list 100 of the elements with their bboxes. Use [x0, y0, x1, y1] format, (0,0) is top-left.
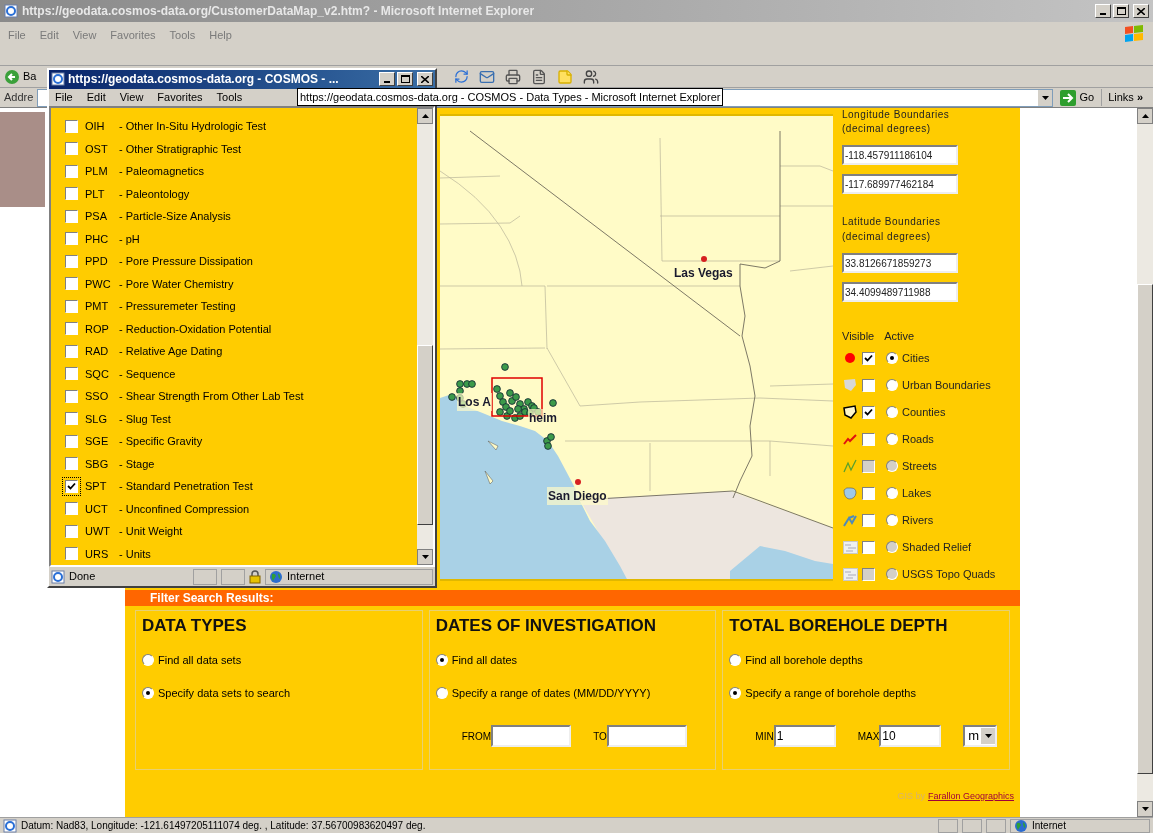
code-label: ROP: [85, 321, 110, 337]
code-label: OST: [85, 141, 109, 157]
menu-item[interactable]: View: [119, 89, 144, 106]
code-label: PLM: [85, 164, 109, 180]
column-header: Active: [884, 329, 915, 344]
unit-label: (decimal degrees): [842, 122, 932, 136]
people-icon[interactable]: [583, 68, 600, 85]
menu-item[interactable]: File: [55, 89, 73, 106]
longitude-field[interactable]: -118.457911186104: [842, 145, 958, 165]
status-pane: [221, 568, 245, 585]
go-button[interactable]: Go: [1057, 89, 1098, 106]
input-field[interactable]: [491, 725, 572, 747]
page-icon: [4, 4, 18, 18]
checkbox[interactable]: [862, 432, 875, 446]
page-icon: [51, 569, 65, 584]
radio-button[interactable]: [886, 487, 898, 499]
minimize-button[interactable]: [1095, 4, 1111, 18]
radio-option[interactable]: Specify a range of dates (MM/DD/YYYY): [435, 683, 710, 703]
data-type-label: - Other In-Situ Hydrologic Test: [119, 119, 267, 135]
mail-icon[interactable]: [479, 68, 496, 85]
code-label: RAD: [85, 344, 110, 360]
document-icon[interactable]: [531, 68, 548, 85]
input-field[interactable]: 10: [879, 725, 942, 747]
radio-button[interactable]: [435, 687, 448, 699]
checkbox[interactable]: [62, 476, 81, 496]
page-icon: [3, 818, 17, 833]
menu-item[interactable]: Favorites: [157, 89, 203, 106]
code-label: UWT: [85, 524, 112, 540]
radio-button[interactable]: [729, 654, 742, 666]
printer-icon[interactable]: [505, 68, 522, 85]
unit-select[interactable]: m: [963, 725, 998, 747]
code-label: PWC: [85, 276, 112, 292]
filter-header: Filter Search Results:: [125, 590, 1020, 606]
radio-option[interactable]: Find all borehole depths: [729, 650, 1003, 670]
code-label: PHC: [85, 231, 110, 247]
radio-button[interactable]: [886, 514, 898, 526]
checkbox[interactable]: [862, 486, 875, 500]
radio-option[interactable]: Find all data sets: [142, 650, 416, 670]
layer-label: Roads: [902, 431, 934, 447]
scroll-bar[interactable]: [417, 108, 433, 566]
radio-button[interactable]: [729, 687, 742, 699]
radio-button[interactable]: [886, 433, 898, 445]
close-icon: [1137, 7, 1145, 15]
data-type-label: - Other Stratigraphic Test: [119, 141, 242, 157]
back-icon: [4, 68, 20, 85]
scroll-bar[interactable]: [1137, 108, 1153, 817]
page-icon: [51, 72, 65, 87]
menu-item[interactable]: Edit: [86, 89, 106, 106]
data-type-label: - Unit Weight: [119, 524, 183, 540]
menu-item[interactable]: Tools: [216, 89, 243, 106]
code-label: SGE: [85, 434, 110, 450]
status-text: Done: [69, 569, 97, 585]
map-icon: [842, 540, 858, 554]
checkbox[interactable]: [862, 513, 875, 527]
map-icon: [842, 567, 858, 581]
close-icon: [421, 76, 429, 83]
radio-button[interactable]: [142, 654, 154, 666]
radio-option[interactable]: Find all dates: [435, 650, 710, 670]
close-button[interactable]: [417, 72, 433, 87]
field-label: FROM: [461, 729, 492, 744]
data-type-label: - Paleomagnetics: [119, 164, 204, 180]
data-type-label: - pH: [119, 231, 140, 247]
latitude-field[interactable]: 33.8126671859273: [842, 253, 958, 273]
refresh-icon[interactable]: [454, 69, 470, 84]
radio-option[interactable]: Specify a range of borehole depths: [729, 683, 1003, 703]
checkbox[interactable]: [862, 351, 875, 365]
data-type-label: - Pore Pressure Dissipation: [119, 254, 253, 270]
layer-label: Urban Boundaries: [902, 377, 991, 393]
back-button[interactable]: Ba: [4, 68, 37, 85]
section-title: DATES OF INVESTIGATION: [435, 615, 658, 637]
line-icon: [843, 459, 857, 473]
data-type-label: - Stage: [119, 456, 155, 472]
radio-button[interactable]: [886, 406, 898, 418]
checkbox[interactable]: [862, 378, 875, 392]
field-label: MAX: [857, 729, 880, 744]
radio-button[interactable]: [435, 654, 448, 666]
map-label: Los A: [457, 393, 492, 411]
code-label: OIH: [85, 119, 106, 135]
radio-button[interactable]: [886, 379, 898, 391]
input-field[interactable]: 1: [773, 725, 836, 747]
maximize-button[interactable]: [397, 72, 413, 87]
links-button[interactable]: Links »: [1101, 89, 1149, 106]
credit-link[interactable]: Farallon Geographics: [927, 790, 1014, 804]
globe-icon: [1014, 818, 1028, 833]
maximize-button[interactable]: [1113, 4, 1129, 18]
radio-option[interactable]: Specify data sets to search: [142, 683, 416, 703]
close-button[interactable]: [1133, 4, 1149, 18]
longitude-field[interactable]: -117.689977462184: [842, 174, 958, 194]
radio-button[interactable]: [886, 352, 898, 364]
data-type-label: - Relative Age Dating: [119, 344, 223, 360]
checkbox[interactable]: [862, 540, 875, 554]
radio-button[interactable]: [142, 687, 154, 699]
window-title: https://geodata.cosmos-data.org - COSMOS - ...: [68, 71, 340, 89]
lock-icon: [249, 569, 261, 584]
checkbox[interactable]: [862, 405, 875, 419]
latitude-field[interactable]: 34.4099489711988: [842, 282, 958, 302]
flag-icon: [1123, 24, 1145, 44]
minimize-button[interactable]: [379, 72, 395, 87]
input-field[interactable]: [606, 725, 687, 747]
section-title: DATA TYPES: [142, 615, 248, 637]
